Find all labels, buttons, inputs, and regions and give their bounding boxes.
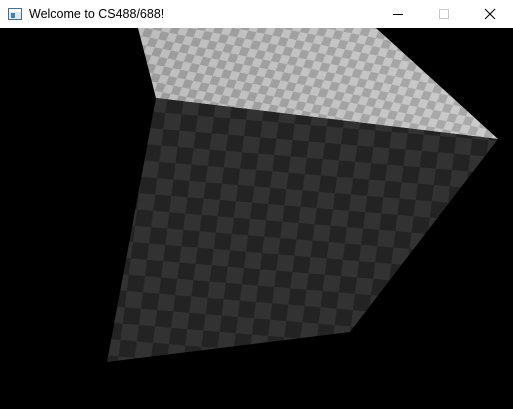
app-window: Welcome to CS488/688! — [0, 0, 513, 409]
window-controls — [375, 0, 513, 28]
close-button[interactable] — [467, 0, 513, 28]
render-viewport[interactable] — [0, 28, 513, 409]
maximize-icon — [439, 9, 449, 19]
minimize-icon — [393, 14, 403, 15]
maximize-button[interactable] — [421, 0, 467, 28]
cube-scene — [107, 28, 498, 362]
cube-front-face — [107, 98, 498, 362]
app-window-icon — [8, 8, 22, 20]
minimize-button[interactable] — [375, 0, 421, 28]
close-icon — [484, 8, 496, 20]
window-title: Welcome to CS488/688! — [29, 7, 165, 21]
title-bar[interactable]: Welcome to CS488/688! — [0, 0, 513, 28]
